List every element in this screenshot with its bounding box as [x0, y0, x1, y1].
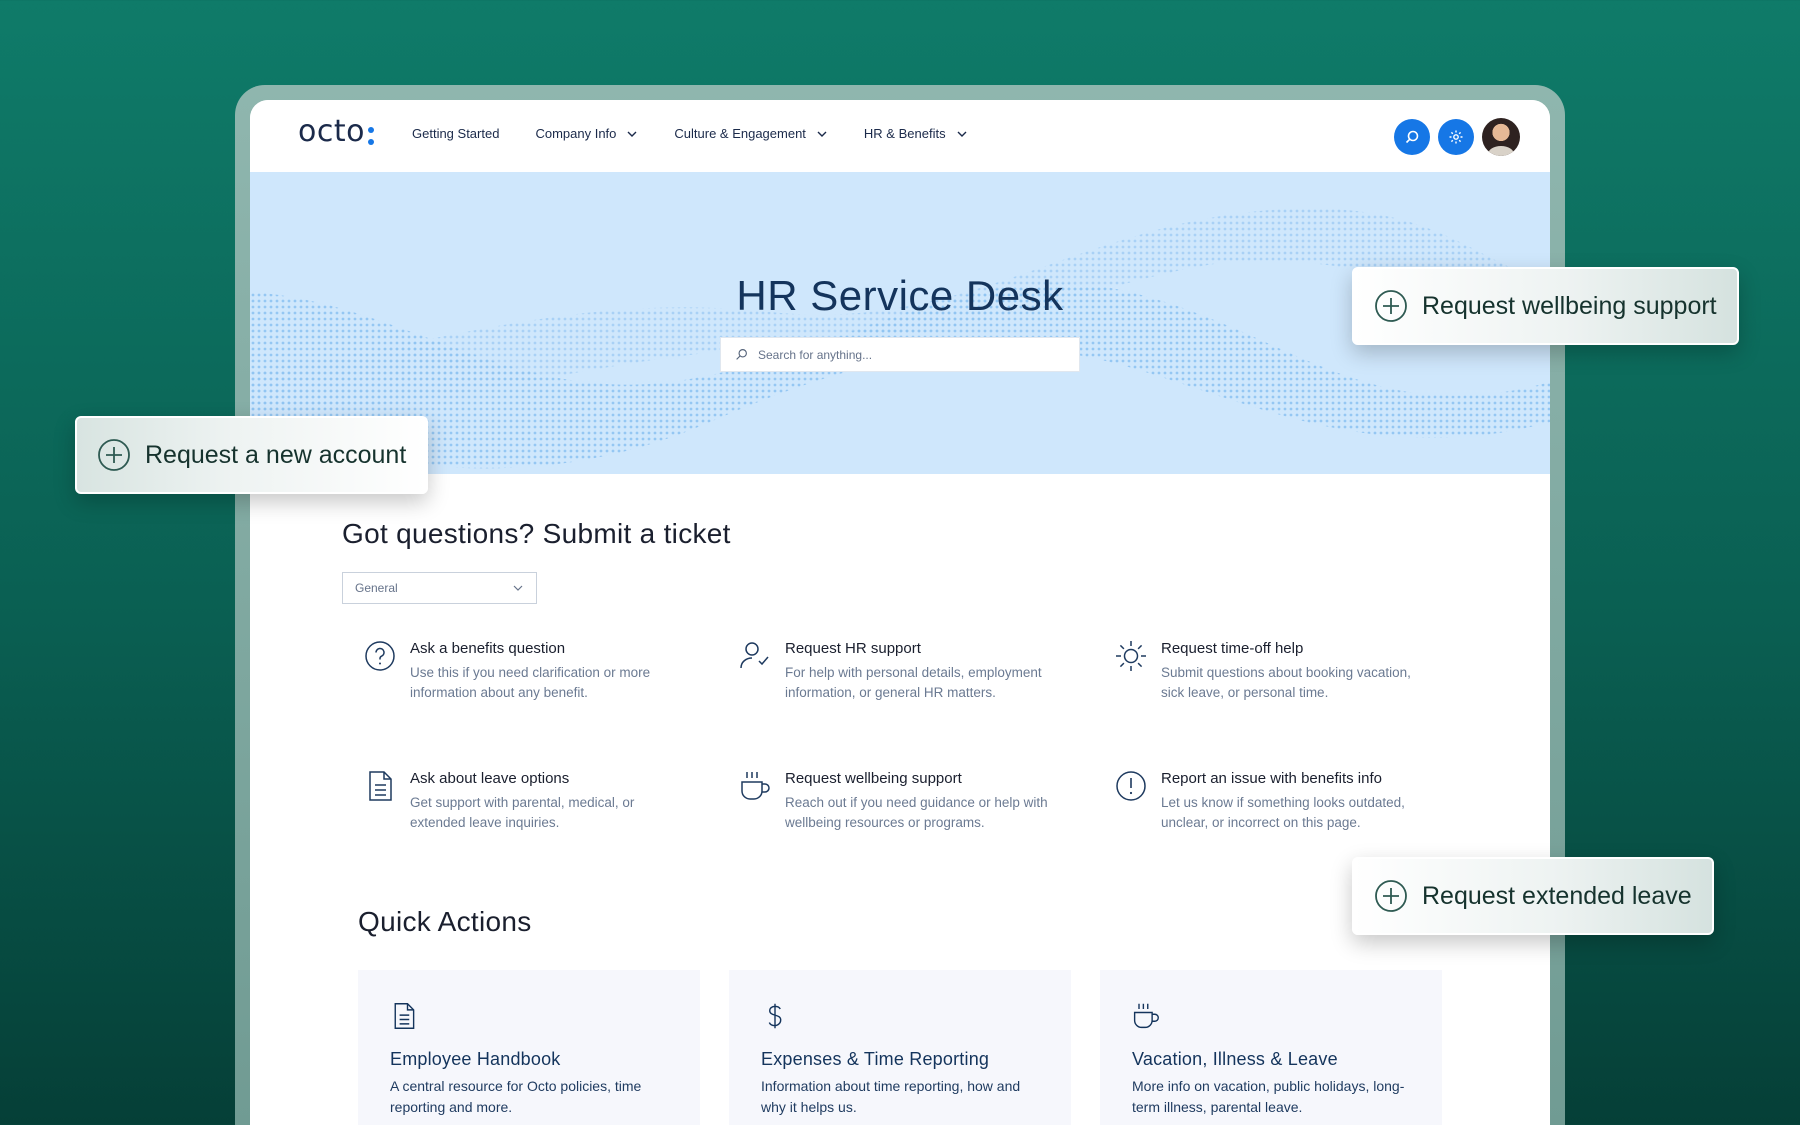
chevron-down-icon — [817, 131, 827, 137]
sun-icon — [1116, 641, 1146, 671]
ticket-hr-support[interactable]: Request HR support For help with personal… — [739, 640, 1059, 703]
search-icon — [1405, 130, 1419, 144]
ticket-description: Reach out if you need guidance or help w… — [785, 795, 1048, 830]
quick-action-title: Employee Handbook — [390, 1049, 561, 1069]
coffee-cup-icon — [741, 772, 770, 800]
chip-label: Request extended leave — [1422, 881, 1692, 910]
quick-action-description: Information about time reporting, how an… — [761, 1078, 1021, 1115]
chip-request-new-account[interactable]: Request a new account — [75, 416, 429, 494]
nav-actions — [1394, 118, 1520, 156]
chip-request-extended-leave[interactable]: Request extended leave — [1352, 857, 1714, 935]
nav-link-label: Culture & Engagement — [674, 126, 806, 141]
ticket-title: Ask a benefits question — [410, 640, 566, 657]
gear-icon — [1449, 130, 1463, 144]
quick-action-description: More info on vacation, public holidays, … — [1132, 1078, 1405, 1115]
ticket-title: Request time-off help — [1161, 640, 1304, 657]
ticket-description: Let us know if something looks outdated,… — [1161, 795, 1405, 830]
chip-label: Request wellbeing support — [1422, 291, 1717, 320]
hero-search-box[interactable] — [720, 337, 1080, 372]
chevron-down-icon — [627, 131, 637, 137]
nav-links: Getting Started Company Info Culture & E… — [412, 126, 968, 141]
nav-link-hr-benefits[interactable]: HR & Benefits — [864, 126, 968, 141]
quick-action-employee-handbook[interactable]: Employee Handbook A central resource for… — [358, 970, 700, 1125]
nav-link-label: HR & Benefits — [863, 126, 946, 141]
ticket-report-issue[interactable]: Report an issue with benefits info Let us… — [1115, 770, 1435, 833]
quick-action-title: Expenses & Time Reporting — [761, 1049, 990, 1069]
top-nav: octo Getting Started Company Info Cultur… — [250, 100, 1550, 172]
ticket-title: Report an issue with benefits info — [1161, 770, 1382, 787]
plus-circle-icon — [98, 439, 130, 471]
quick-action-description: A central resource for Octo policies, ti… — [390, 1078, 642, 1115]
quick-action-vacation[interactable]: Vacation, Illness & Leave More info on v… — [1100, 970, 1442, 1125]
chip-label: Request a new account — [145, 440, 407, 469]
ticket-description: Get support with parental, medical, or e… — [410, 795, 635, 830]
quick-action-expenses[interactable]: Expenses & Time Reporting Information ab… — [729, 970, 1071, 1125]
category-select-value: General — [355, 581, 398, 595]
ticket-time-off[interactable]: Request time-off help Submit questions ab… — [1115, 640, 1435, 703]
plus-circle-icon — [1375, 290, 1407, 322]
exclamation-circle-icon — [1116, 771, 1146, 801]
nav-link-culture-engagement[interactable]: Culture & Engagement — [674, 126, 828, 141]
question-circle-icon — [365, 641, 395, 671]
chip-request-wellbeing-support[interactable]: Request wellbeing support — [1352, 267, 1739, 345]
nav-link-label: Getting Started — [412, 126, 500, 141]
dollar-icon — [768, 1003, 782, 1029]
chevron-down-icon — [957, 131, 967, 137]
user-check-icon — [740, 642, 769, 669]
ticket-description: Use this if you need clarification or mo… — [410, 665, 651, 700]
avatar[interactable] — [1482, 118, 1520, 156]
ticket-wellbeing-support[interactable]: Request wellbeing support Reach out if yo… — [739, 770, 1059, 833]
settings-button[interactable] — [1438, 119, 1474, 155]
logo[interactable]: octo — [298, 114, 365, 149]
search-input[interactable] — [758, 347, 1058, 362]
ticket-benefits-question[interactable]: Ask a benefits question Use this if you n… — [364, 640, 684, 703]
category-select[interactable]: General — [342, 572, 537, 604]
nav-link-getting-started[interactable]: Getting Started — [412, 126, 499, 141]
document-icon — [369, 771, 392, 801]
tickets-title: Got questions? Submit a ticket — [342, 518, 731, 549]
search-button[interactable] — [1394, 119, 1430, 155]
logo-colon-icon — [368, 127, 374, 145]
ticket-description: For help with personal details, employme… — [785, 665, 1042, 700]
ticket-description: Submit questions about booking vacation,… — [1161, 665, 1411, 700]
search-icon — [736, 349, 747, 360]
ticket-title: Request HR support — [785, 640, 921, 657]
document-icon — [394, 1003, 415, 1029]
nav-link-label: Company Info — [535, 126, 617, 141]
app-screen: octo Getting Started Company Info Cultur… — [250, 100, 1550, 1125]
coffee-cup-icon — [1133, 1003, 1159, 1029]
quick-action-title: Vacation, Illness & Leave — [1132, 1049, 1338, 1069]
nav-link-company-info[interactable]: Company Info — [535, 126, 638, 141]
ticket-title: Ask about leave options — [410, 770, 570, 787]
chevron-down-icon — [513, 585, 523, 591]
ticket-title: Request wellbeing support — [785, 770, 962, 787]
plus-circle-icon — [1375, 880, 1407, 912]
quick-actions-title: Quick Actions — [358, 906, 532, 937]
ticket-leave-options[interactable]: Ask about leave options Get support with … — [364, 770, 684, 833]
